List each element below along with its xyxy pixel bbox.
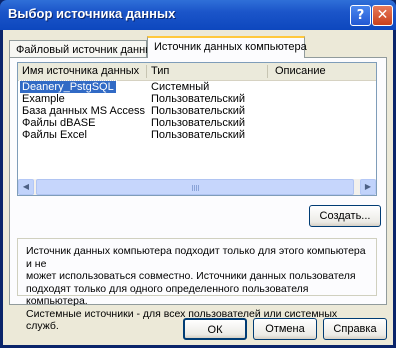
tab-label: Источник данных компьютера [154, 41, 307, 53]
list-header: Имя источника данных Тип Описание [18, 63, 376, 81]
dialog-window: Выбор источника данных ? ✕ Файловый исто… [0, 0, 396, 348]
data-source-list[interactable]: Имя источника данных Тип Описание Deaner… [17, 62, 377, 196]
scroll-right-button[interactable]: ▶ [360, 179, 376, 195]
info-line: Источник данных компьютера подходит толь… [26, 245, 366, 270]
info-line: может использоваться совместно. Источник… [26, 270, 356, 282]
title-bar[interactable]: Выбор источника данных ? ✕ [0, 0, 396, 30]
question-icon: ? [356, 8, 365, 23]
list-row[interactable]: Example Пользовательский [18, 93, 376, 105]
help-title-button[interactable]: ? [350, 5, 371, 26]
info-line: подходят только для одного определенного… [26, 282, 309, 308]
list-row[interactable]: База данных MS Access Пользовательский [18, 105, 376, 117]
column-divider[interactable] [146, 65, 147, 78]
list-row[interactable]: Файлы Excel Пользовательский [18, 129, 376, 141]
help-button[interactable]: Справка [323, 318, 387, 340]
column-header-type[interactable]: Тип [151, 65, 169, 77]
window-title: Выбор источника данных [8, 6, 176, 21]
scroll-thumb[interactable] [36, 179, 354, 195]
row-type: Пользовательский [151, 105, 245, 117]
row-type: Системный [151, 81, 210, 93]
list-row[interactable]: Файлы dBASE Пользовательский [18, 117, 376, 129]
info-text-box: Источник данных компьютера подходит толь… [17, 238, 377, 332]
list-rows: Deanery_PstgSQL Системный Example Пользо… [18, 80, 376, 141]
ok-button[interactable]: ОК [183, 318, 247, 340]
tab-machine-data-source[interactable]: Источник данных компьютера [147, 36, 307, 58]
tab-label: Файловый источник данных [16, 44, 159, 56]
row-name: Файлы Excel [22, 129, 87, 141]
close-icon: ✕ [376, 7, 389, 23]
create-button[interactable]: Создать... [309, 205, 381, 227]
arrow-left-icon: ◀ [22, 182, 30, 191]
column-header-description[interactable]: Описание [275, 65, 326, 77]
close-button[interactable]: ✕ [372, 5, 393, 26]
tab-file-data-source[interactable]: Файловый источник данных [9, 40, 159, 58]
dialog-body: Файловый источник данных Источник данных… [3, 30, 393, 345]
row-type: Пользовательский [151, 129, 245, 141]
scroll-left-button[interactable]: ◀ [18, 179, 34, 195]
list-row[interactable]: Deanery_PstgSQL Системный [18, 80, 376, 94]
grip-icon [192, 185, 200, 191]
column-divider[interactable] [267, 65, 268, 78]
row-name: Example [22, 93, 65, 105]
row-type: Пользовательский [151, 93, 245, 105]
column-header-name[interactable]: Имя источника данных [22, 65, 139, 77]
horizontal-scrollbar[interactable]: ◀ ▶ [18, 179, 376, 195]
row-type: Пользовательский [151, 117, 245, 129]
row-name: База данных MS Access [22, 105, 145, 117]
cancel-button[interactable]: Отмена [253, 318, 317, 340]
row-name: Файлы dBASE [22, 117, 96, 129]
arrow-right-icon: ▶ [364, 182, 372, 191]
row-name: Deanery_PstgSQL [19, 80, 117, 94]
